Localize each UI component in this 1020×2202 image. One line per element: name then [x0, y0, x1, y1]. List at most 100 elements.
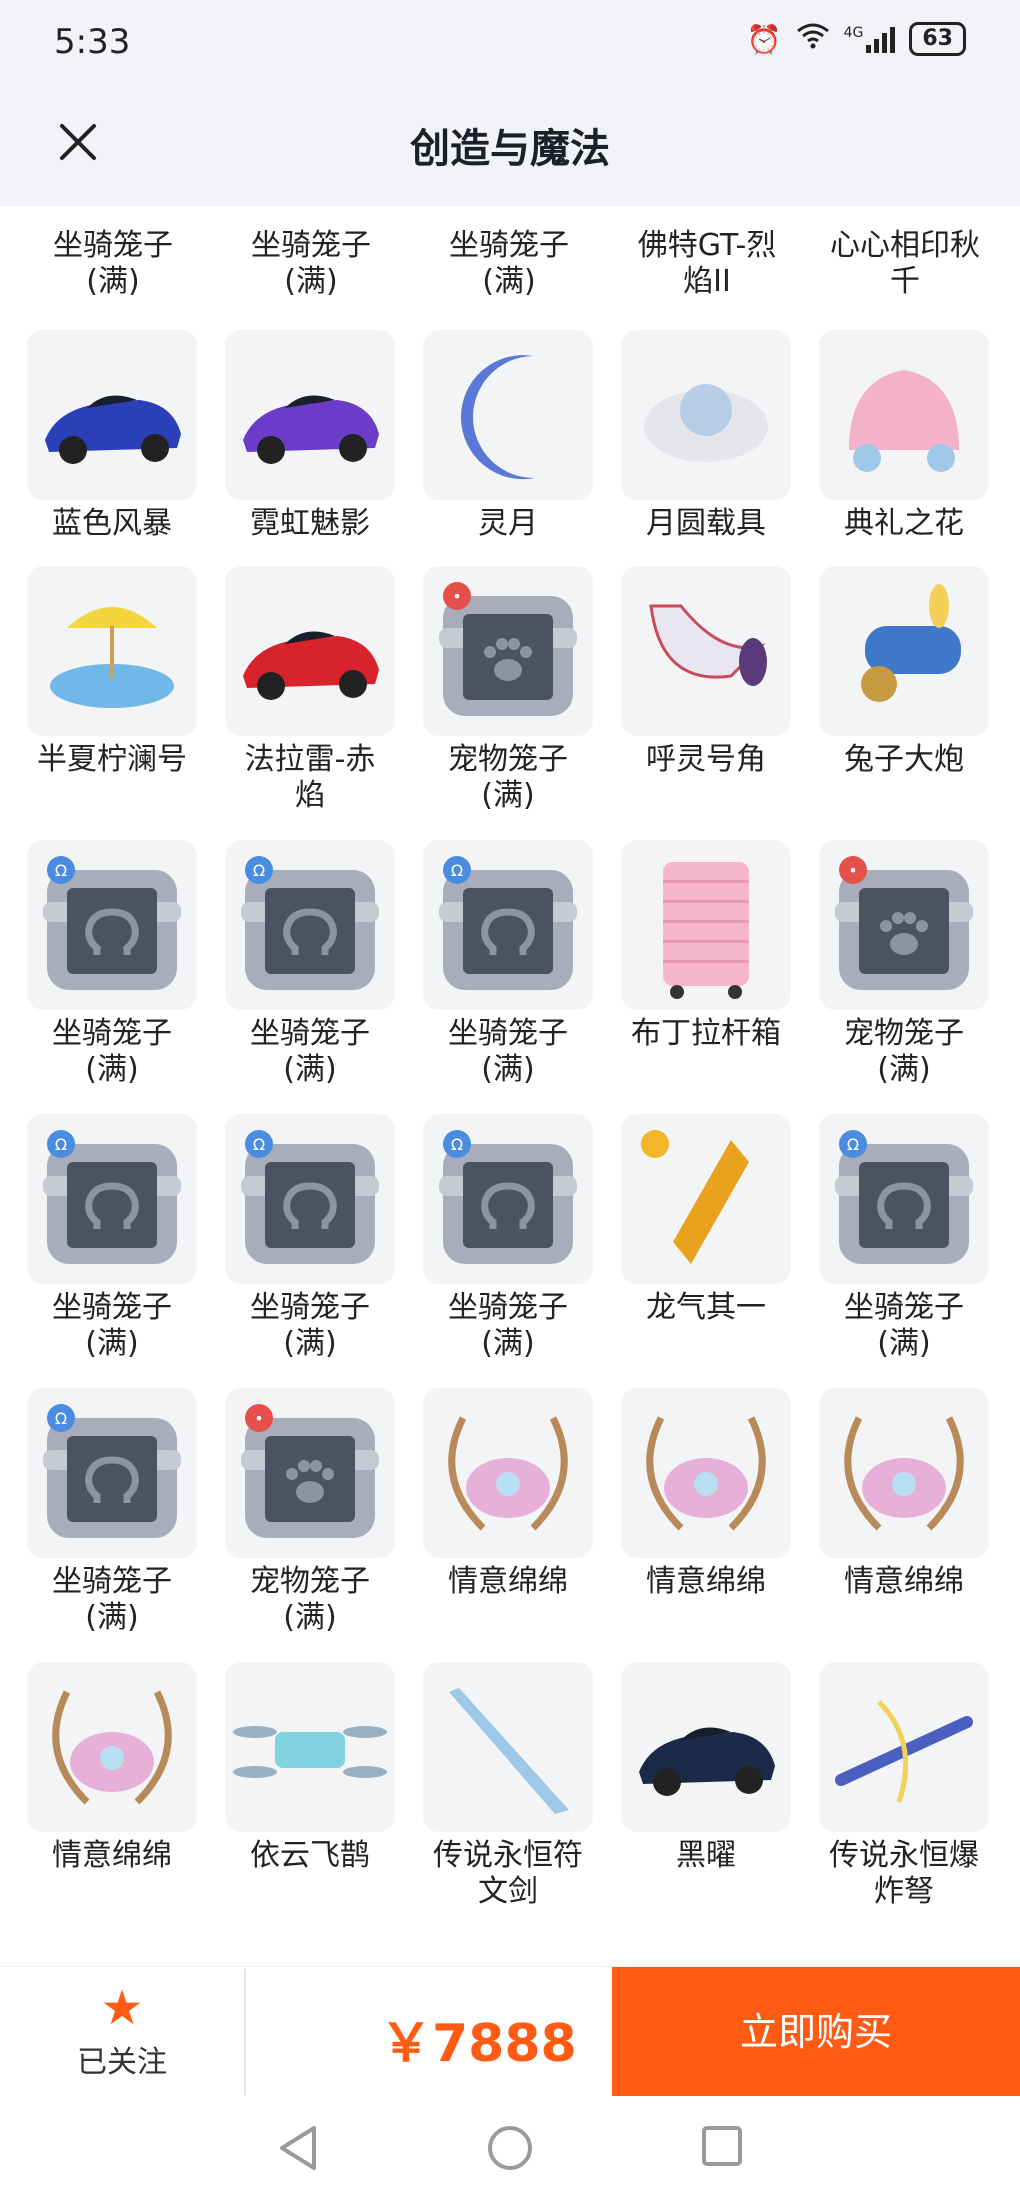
system-nav-bar [0, 2096, 1020, 2202]
item-label: 坐骑笼子 (满) [52, 1564, 172, 1635]
status-bar: 5:33 ⏰ 4G 63 [0, 0, 1020, 86]
item-thumbnail: • [819, 840, 989, 1010]
item-thumbnail [225, 330, 395, 500]
home-circle-icon [488, 2126, 532, 2170]
black-classic-car-icon [639, 1727, 775, 1796]
item-thumbnail [423, 1388, 593, 1558]
item-thumbnail: • [423, 566, 593, 736]
back-triangle-icon [280, 2126, 316, 2170]
alarm-icon: ⏰ [746, 22, 782, 56]
full-moon-vehicle-icon [644, 384, 768, 462]
item-grid[interactable]: 坐骑笼子 (满) 坐骑笼子 (满) 坐骑笼子 (满) 佛特GT-烈 焰II 心心… [0, 206, 1020, 1946]
item-card[interactable]: 依云飞鹊 [225, 1662, 397, 1874]
item-card[interactable]: Ω 坐骑笼子 (满) [423, 1114, 595, 1362]
item-thumbnail: Ω [27, 840, 197, 1010]
item-label: 蓝色风暴 [52, 506, 172, 541]
svg-text:Ω: Ω [451, 1135, 463, 1154]
item-thumbnail [27, 330, 197, 500]
svg-text:Ω: Ω [55, 861, 67, 880]
svg-text:Ω: Ω [847, 1135, 859, 1154]
item-card[interactable]: 黑曜 [621, 1662, 793, 1874]
item-thumbnail [621, 1662, 791, 1832]
item-card[interactable]: 灵月 [423, 330, 595, 542]
item-thumbnail [819, 330, 989, 500]
item-card[interactable]: Ω 坐骑笼子 (满) [225, 1114, 397, 1362]
bow-wings-icon [52, 1690, 172, 1805]
item-label: 霓虹魅影 [250, 506, 370, 541]
home-button[interactable] [486, 2124, 534, 2176]
item-thumbnail: Ω [225, 1114, 395, 1284]
back-button[interactable] [276, 2124, 320, 2176]
network-type: 4G [843, 25, 864, 41]
follow-label: 已关注 [77, 2045, 167, 2080]
item-card[interactable]: 情意绵绵 [423, 1388, 595, 1600]
recents-button[interactable] [700, 2124, 744, 2172]
item-card[interactable]: Ω 坐骑笼子 (满) [225, 840, 397, 1088]
item-label: 典礼之花 [844, 506, 964, 541]
item-card[interactable]: 布丁拉杆箱 [621, 840, 793, 1052]
item-card[interactable]: 情意绵绵 [621, 1388, 793, 1600]
mount-cage-icon: Ω [241, 1130, 379, 1264]
star-icon: ★ [100, 1980, 144, 2036]
item-card[interactable]: • 宠物笼子 (满) [819, 840, 991, 1088]
item-label: 宠物笼子 (满) [448, 742, 568, 813]
pet-cage-icon: • [439, 582, 577, 716]
item-card[interactable]: Ω 坐骑笼子 (满) [423, 840, 595, 1088]
item-thumbnail: • [225, 1388, 395, 1558]
svg-text:Ω: Ω [253, 861, 265, 880]
item-card[interactable]: 龙气其一 [621, 1114, 793, 1326]
svg-text:•: • [452, 587, 461, 606]
item-card[interactable]: 传说永恒符 文剑 [423, 1662, 595, 1910]
wifi-icon [796, 23, 830, 56]
item-card[interactable]: 兔子大炮 [819, 566, 991, 778]
svg-text:Ω: Ω [55, 1135, 67, 1154]
item-label: 心心相印秋 千 [830, 228, 980, 299]
follow-button[interactable]: ★ 已关注 [0, 1967, 244, 2097]
item-label: 宠物笼子 (满) [844, 1016, 964, 1087]
page-title: 创造与魔法 [410, 126, 610, 172]
item-thumbnail: Ω [27, 1114, 197, 1284]
item-card[interactable]: Ω 坐骑笼子 (满) [27, 1388, 199, 1636]
mount-cage-icon: Ω [43, 1130, 181, 1264]
mount-cage-icon: Ω [43, 1404, 181, 1538]
item-card[interactable]: Ω 坐骑笼子 (满) [819, 1114, 991, 1362]
item-thumbnail [621, 1114, 791, 1284]
item-card[interactable]: 情意绵绵 [819, 1388, 991, 1600]
item-card[interactable]: 法拉雷-赤 焰 [225, 566, 397, 814]
item-card[interactable]: Ω 坐骑笼子 (满) [27, 1114, 199, 1362]
item-label: 传说永恒爆 炸弩 [829, 1838, 979, 1909]
item-card[interactable]: 半夏柠澜号 [27, 566, 199, 778]
crescent-moon-icon [460, 355, 535, 480]
item-card[interactable]: • 宠物笼子 (满) [225, 1388, 397, 1636]
item-thumbnail [621, 1388, 791, 1558]
item-label: 传说永恒符 文剑 [433, 1838, 583, 1909]
svg-text:Ω: Ω [55, 1409, 67, 1428]
item-label: 月圆载具 [646, 506, 766, 541]
item-card[interactable]: 呼灵号角 [621, 566, 793, 778]
pet-cage-icon: • [241, 1404, 379, 1538]
buy-now-button[interactable]: 立即购买 [612, 1967, 1020, 2097]
svg-text:•: • [254, 1409, 263, 1428]
item-card[interactable]: Ω 坐骑笼子 (满) [27, 840, 199, 1088]
neon-racecar-icon [243, 395, 379, 464]
item-card[interactable]: 月圆载具 [621, 330, 793, 542]
svg-text:Ω: Ω [451, 861, 463, 880]
bow-wings-icon [448, 1416, 568, 1531]
item-card[interactable]: 蓝色风暴 [27, 330, 199, 542]
crossbow-icon [835, 1700, 973, 1803]
item-thumbnail: Ω [819, 1114, 989, 1284]
item-label: 坐骑笼子 (满) [52, 1016, 172, 1087]
item-label: 坐骑笼子 (满) [53, 228, 173, 299]
mount-cage-icon: Ω [439, 856, 577, 990]
item-label: 坐骑笼子 (满) [250, 1290, 370, 1361]
item-label: 依云飞鹊 [250, 1838, 370, 1873]
item-label: 宠物笼子 (满) [250, 1564, 370, 1635]
item-card[interactable]: 典礼之花 [819, 330, 991, 542]
item-card[interactable]: 霓虹魅影 [225, 330, 397, 542]
item-card[interactable]: 传说永恒爆 炸弩 [819, 1662, 991, 1910]
item-card[interactable]: 情意绵绵 [27, 1662, 199, 1874]
item-label: 佛特GT-烈 焰II [637, 228, 777, 299]
item-thumbnail [819, 1388, 989, 1558]
item-card[interactable]: • 宠物笼子 (满) [423, 566, 595, 814]
item-label: 灵月 [478, 506, 538, 541]
